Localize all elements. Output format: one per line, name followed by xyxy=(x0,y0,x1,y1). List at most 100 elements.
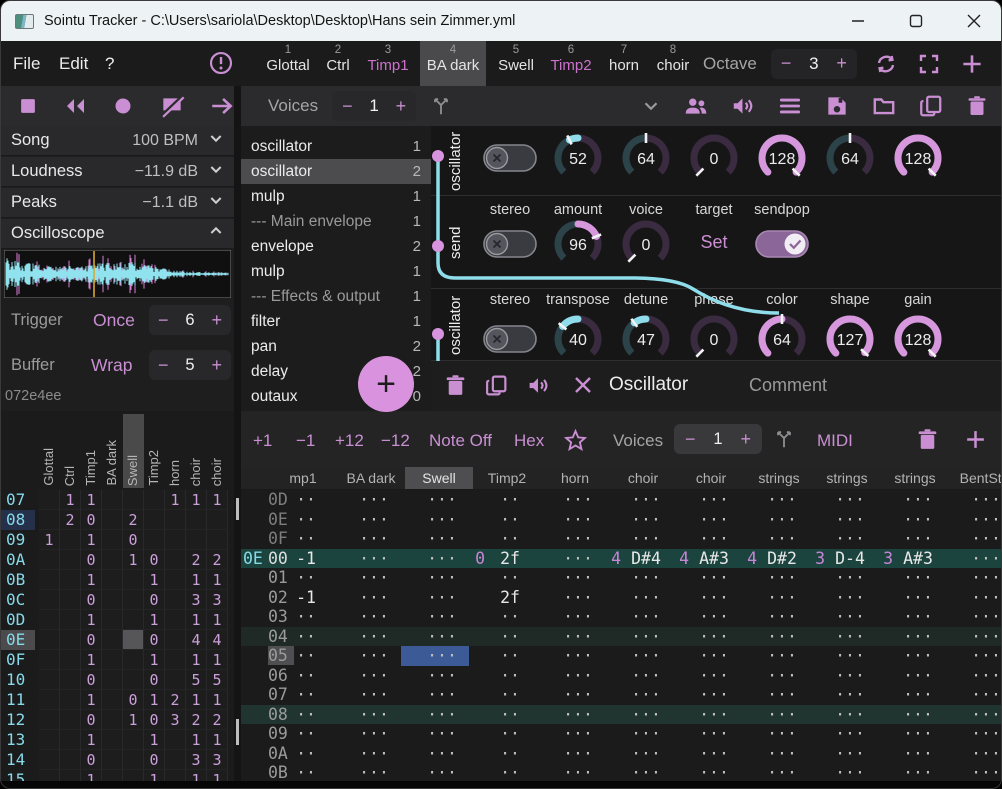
order-cell[interactable]: 1 xyxy=(207,690,228,710)
note-off-button[interactable]: Note Off xyxy=(429,431,492,451)
order-cell[interactable] xyxy=(102,670,123,690)
pattern-cell[interactable]: 2f xyxy=(469,588,537,608)
order-cell[interactable]: 3 xyxy=(186,590,207,610)
trigger-plus-button[interactable]: + xyxy=(211,310,222,331)
pattern-cell[interactable]: ·· xyxy=(469,724,537,744)
pattern-cell[interactable]: ··· xyxy=(877,568,945,588)
menu-file[interactable]: File xyxy=(13,41,40,86)
pattern-cell[interactable]: ··· xyxy=(877,666,945,686)
track-header-ba-dark[interactable]: BA dark xyxy=(337,467,405,489)
pattern-cell[interactable]: ··· xyxy=(401,588,469,608)
octave-plus-button[interactable]: + xyxy=(836,53,847,74)
order-cell[interactable]: 1 xyxy=(207,570,228,590)
pattern-cell[interactable]: ·· xyxy=(265,529,333,549)
order-cell[interactable] xyxy=(123,630,144,650)
order-cell[interactable]: 1 xyxy=(144,570,165,590)
pattern-cell[interactable]: ·· xyxy=(265,744,333,764)
order-cell[interactable]: 1 xyxy=(123,710,144,730)
unit-row-oscillator[interactable]: oscillator 5264012864128 xyxy=(431,126,1002,196)
order-cell[interactable]: 5 xyxy=(186,670,207,690)
unit-list-item-pan[interactable]: pan2 xyxy=(241,334,431,359)
pattern-cell[interactable]: ··· xyxy=(945,705,1002,725)
track-header-choir[interactable]: choir xyxy=(677,467,745,489)
order-cell[interactable]: 1 xyxy=(81,730,102,750)
pattern-cell[interactable]: ··· xyxy=(945,627,1002,647)
pattern-cell[interactable]: ··· xyxy=(809,705,877,725)
order-cell[interactable] xyxy=(39,570,60,590)
order-cell[interactable] xyxy=(102,630,123,650)
midi-button[interactable]: MIDI xyxy=(817,431,853,451)
order-cell[interactable] xyxy=(39,690,60,710)
pattern-cell[interactable]: ··· xyxy=(401,607,469,627)
pattern-cell[interactable]: ··· xyxy=(877,607,945,627)
unit-list-item-oscillator[interactable]: oscillator2 xyxy=(241,159,431,184)
pattern-cell[interactable]: ·· xyxy=(469,763,537,781)
order-cell[interactable]: 0 xyxy=(144,590,165,610)
pattern-cell[interactable]: ··· xyxy=(673,685,741,705)
pattern-cell[interactable]: ··· xyxy=(605,568,673,588)
tab-instrument-swell[interactable]: 5Swell xyxy=(489,41,543,86)
pattern-cell[interactable]: ··· xyxy=(741,666,809,686)
order-cell[interactable] xyxy=(39,550,60,570)
order-cell[interactable]: 1 xyxy=(186,690,207,710)
order-column-header-ba-dark[interactable]: BA dark xyxy=(102,414,123,488)
knob-voice[interactable]: 0 xyxy=(619,217,673,276)
pattern-cell[interactable]: ·· xyxy=(469,510,537,530)
chevron-down-icon[interactable] xyxy=(208,192,224,213)
section-row-peaks[interactable]: Peaks−1.1 dB xyxy=(1,188,234,218)
order-cell[interactable] xyxy=(165,730,186,750)
tab-instrument-glottal[interactable]: 1Glottal xyxy=(260,41,316,86)
order-cell[interactable]: 0 xyxy=(144,710,165,730)
order-cell[interactable] xyxy=(165,570,186,590)
delete-unit-icon[interactable] xyxy=(443,373,468,403)
order-cell[interactable]: 0 xyxy=(144,670,165,690)
order-cell[interactable] xyxy=(102,570,123,590)
pattern-cell[interactable]: ··· xyxy=(537,685,605,705)
panel-divider-top[interactable] xyxy=(234,86,241,411)
pattern-cell[interactable]: ··· xyxy=(537,744,605,764)
pattern-cell[interactable]: ··· xyxy=(809,588,877,608)
order-column-header-timp1[interactable]: Timp1 xyxy=(81,414,102,488)
order-cell[interactable]: 1 xyxy=(165,490,186,510)
order-cell[interactable] xyxy=(165,770,186,781)
pattern-cell[interactable]: ··· xyxy=(605,705,673,725)
unit-speaker-icon[interactable] xyxy=(526,373,551,403)
order-cell[interactable] xyxy=(60,550,81,570)
pattern-cell[interactable]: ··· xyxy=(741,724,809,744)
order-cell[interactable] xyxy=(102,490,123,510)
pattern-cell[interactable]: ··· xyxy=(537,724,605,744)
order-cell[interactable]: 1 xyxy=(81,770,102,781)
unit-list-item-envelope[interactable]: envelope2 xyxy=(241,234,431,259)
order-column-header-glottal[interactable]: Glottal xyxy=(39,414,60,488)
order-cell[interactable] xyxy=(165,670,186,690)
track-header-strings[interactable]: strings xyxy=(881,467,949,489)
transpose-minus12-button[interactable]: −12 xyxy=(381,431,410,451)
order-cell[interactable] xyxy=(60,650,81,670)
order-cell[interactable]: 0 xyxy=(123,690,144,710)
pattern-cell[interactable]: ··· xyxy=(333,607,401,627)
note-panic-icon[interactable] xyxy=(159,93,185,119)
pattern-cell[interactable]: ··· xyxy=(673,724,741,744)
knob-param[interactable]: 0 xyxy=(687,131,741,190)
pattern-cell[interactable]: ··· xyxy=(809,529,877,549)
pattern-cell[interactable]: ·· xyxy=(265,685,333,705)
pattern-cell[interactable]: ··· xyxy=(333,529,401,549)
order-cell[interactable]: 3 xyxy=(186,750,207,770)
pattern-cell[interactable]: ··· xyxy=(673,490,741,510)
tab-instrument-choir[interactable]: 8choir xyxy=(646,41,700,86)
pattern-cell[interactable]: ·· xyxy=(469,529,537,549)
knob-param[interactable]: 64 xyxy=(823,131,877,190)
pattern-cell[interactable]: 3A#3 xyxy=(877,549,945,569)
section-row-song[interactable]: Song100 BPM xyxy=(1,126,234,156)
order-cell[interactable]: 2 xyxy=(207,710,228,730)
trigger-minus-button[interactable]: − xyxy=(158,310,169,331)
pattern-cell[interactable]: ··· xyxy=(605,763,673,781)
pattern-cell[interactable]: ··· xyxy=(401,510,469,530)
chevron-up-icon[interactable] xyxy=(208,223,224,244)
order-cell[interactable] xyxy=(123,590,144,610)
unit-list-item-mulp[interactable]: mulp1 xyxy=(241,184,431,209)
pattern-cell[interactable]: ··· xyxy=(673,646,741,666)
pattern-cell[interactable]: ··· xyxy=(605,588,673,608)
order-cell[interactable] xyxy=(165,510,186,530)
pattern-cell[interactable]: -1 xyxy=(265,549,333,569)
